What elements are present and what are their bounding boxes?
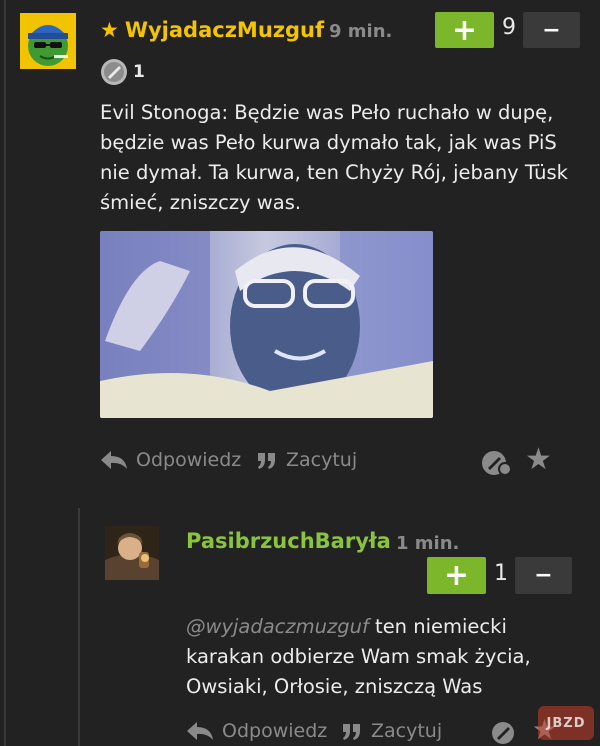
badge-count: 1 <box>133 62 145 82</box>
comment-text: Evil Stonoga: Będzie was Pełο ruchało w … <box>100 101 568 214</box>
reply-upvote-button[interactable]: + <box>427 557 486 594</box>
reply-award-medal-icon[interactable] <box>490 720 520 746</box>
downvote-button[interactable]: − <box>523 12 580 48</box>
star-icon: ★ <box>100 18 119 42</box>
award-medal-icon[interactable] <box>481 449 512 481</box>
upvote-button[interactable]: + <box>435 12 494 48</box>
reply-text: @wyjadaczmuzguf ten niemiecki karakan od… <box>186 612 576 702</box>
reply-avatar[interactable] <box>105 526 159 580</box>
comment-time: 9 min. <box>329 21 393 42</box>
reply-arrow-icon <box>186 720 214 742</box>
reply-vote-score: 1 <box>494 561 508 586</box>
avatar[interactable] <box>20 13 76 69</box>
reply-author[interactable]: PasibrzuchBaryła <box>186 529 391 553</box>
user-mention[interactable]: @wyjadaczmuzguf <box>186 615 369 638</box>
quote-link[interactable]: Zacytuj <box>256 449 357 471</box>
reply-link[interactable]: Odpowiedz <box>100 449 241 471</box>
reply-thread-line <box>78 508 80 746</box>
embedded-image[interactable] <box>100 231 433 418</box>
badge: 1 <box>100 58 145 86</box>
thread-line <box>4 0 6 746</box>
site-watermark-logo: JBZD <box>538 706 594 740</box>
reply-arrow-icon <box>100 449 128 471</box>
comment-author[interactable]: ★ WyjadaczMuzguf <box>100 18 324 42</box>
vote-score: 9 <box>502 15 516 40</box>
medal-icon <box>101 59 127 85</box>
reply-quote-link[interactable]: Zacytuj <box>341 720 442 742</box>
quote-icon <box>341 720 363 742</box>
quote-icon <box>256 449 278 471</box>
favorite-star-icon[interactable]: ★ <box>525 445 552 475</box>
reply-time: 1 min. <box>396 533 460 554</box>
reply-reply-link[interactable]: Odpowiedz <box>186 720 327 742</box>
reply-downvote-button[interactable]: − <box>515 557 572 594</box>
